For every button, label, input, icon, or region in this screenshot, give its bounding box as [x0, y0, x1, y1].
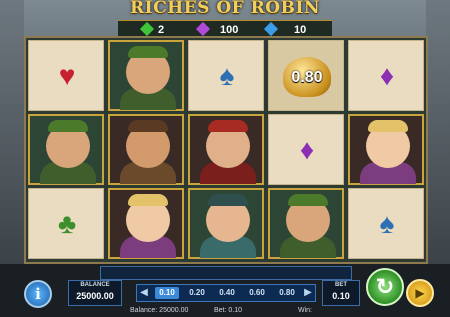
reel-5: ♦ ♠	[348, 40, 424, 260]
blue-spade-icon: ♠	[219, 60, 235, 91]
character-hair	[128, 120, 168, 132]
bet-label: BET	[335, 282, 347, 288]
purple-gem-icon	[195, 21, 211, 37]
character-hair	[48, 120, 88, 132]
status-win: Win:	[298, 307, 312, 314]
balance-label: BALANCE	[80, 282, 110, 288]
bet-option-0[interactable]: 0.10	[155, 287, 179, 299]
reel-2-symbol-1	[108, 40, 184, 111]
reel-2-symbol-3	[108, 188, 184, 259]
bet-option-3[interactable]: 0.60	[245, 287, 269, 299]
bet-option-4[interactable]: 0.80	[275, 287, 299, 299]
control-panel: i BALANCE 25000.00 ◀ 0.10 0.20 0.40 0.60…	[0, 264, 450, 317]
reel-5-symbol-1: ♦	[348, 40, 424, 111]
message-bar	[100, 266, 352, 280]
character-hair	[208, 194, 248, 206]
info-button[interactable]: i	[24, 280, 52, 308]
purple-diamond-icon: ♦	[379, 60, 395, 91]
reel-4-symbol-3	[268, 188, 344, 259]
blue-spade-icon: ♠	[379, 208, 395, 239]
reel-1-symbol-2	[28, 114, 104, 185]
reel-1-symbol-3: ♣	[28, 188, 104, 259]
green-gem-icon	[139, 21, 155, 37]
bet-selector: ◀ 0.10 0.20 0.40 0.60 0.80 ▶	[136, 284, 316, 302]
reel-4: 0.80 ♦	[268, 40, 344, 260]
bet-value: 0.10	[332, 291, 350, 301]
balance-box: BALANCE 25000.00	[68, 280, 122, 306]
balance-value: 25000.00	[76, 291, 114, 301]
red-heart-icon: ♥	[58, 60, 76, 91]
status-balance: Balance: 25000.00	[130, 307, 189, 314]
reel-1-symbol-1: ♥	[28, 40, 104, 111]
reel-3-symbol-3	[188, 188, 264, 259]
spin-button[interactable]: ↻	[366, 268, 404, 306]
left-building	[0, 0, 24, 265]
reel-5-symbol-2	[348, 114, 424, 185]
reel-4-symbol-2: ♦	[268, 114, 344, 185]
green-club-icon: ♣	[57, 208, 77, 239]
reel-frame: ♥ ♣ ♠ 0.80 ♦ ♦ ♠	[24, 36, 428, 264]
bet-option-1[interactable]: 0.20	[185, 287, 209, 299]
status-bet: Bet: 0.10	[214, 307, 243, 314]
reel-2-symbol-2	[108, 114, 184, 185]
reel-3-symbol-2	[188, 114, 264, 185]
character-hair	[368, 120, 408, 132]
character-hair	[128, 194, 168, 206]
purple-diamond-icon: ♦	[299, 134, 315, 165]
reel-2	[108, 40, 184, 260]
reel-5-symbol-3: ♠	[348, 188, 424, 259]
reel-3: ♠	[188, 40, 264, 260]
reel-1: ♥ ♣	[28, 40, 104, 260]
bet-next-arrow[interactable]: ▶	[301, 285, 315, 301]
prize-value: 0.80	[291, 69, 323, 86]
game-logo: RICHES OF ROBIN	[130, 0, 320, 18]
right-building	[426, 0, 450, 265]
blue-gem-icon	[263, 21, 279, 37]
character-hair	[128, 46, 168, 58]
reel-4-symbol-1: 0.80	[268, 40, 344, 111]
character-hair	[208, 120, 248, 132]
bet-option-2[interactable]: 0.40	[215, 287, 239, 299]
autoplay-button[interactable]: ▶	[406, 279, 434, 307]
bet-box: BET 0.10	[322, 280, 360, 306]
reel-3-symbol-1: ♠	[188, 40, 264, 111]
character-hair	[288, 194, 328, 206]
bet-prev-arrow[interactable]: ◀	[137, 285, 151, 301]
